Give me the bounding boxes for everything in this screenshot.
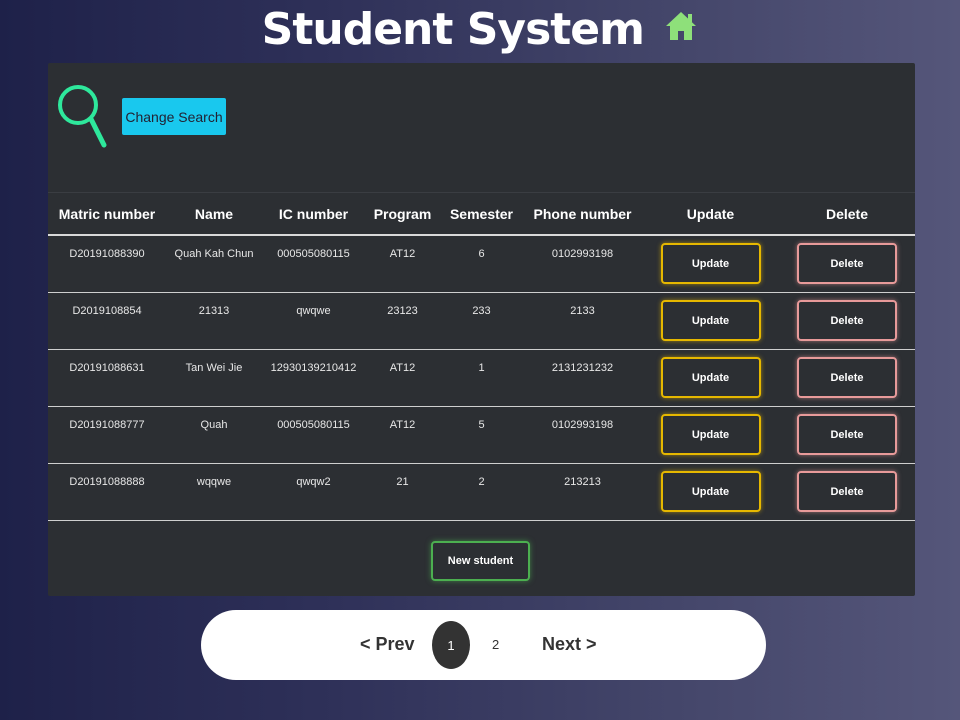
cell-name: Tan Wei Jie — [166, 349, 262, 407]
cell-delete: Delete — [779, 406, 915, 464]
cell-program: 23123 — [365, 292, 440, 350]
students-table: Matric number Name IC number Program Sem… — [48, 194, 915, 521]
cell-name: Quah — [166, 406, 262, 464]
cell-phone: 2131231232 — [523, 349, 642, 407]
cell-phone: 213213 — [523, 463, 642, 521]
cell-update: Update — [642, 349, 779, 407]
cell-update: Update — [642, 463, 779, 521]
home-icon[interactable] — [664, 3, 698, 54]
prev-page-link[interactable]: < Prev — [360, 634, 415, 655]
cell-ic: qwqwe — [262, 292, 365, 350]
cell-delete: Delete — [779, 235, 915, 293]
table-row: D20191088777 Quah 000505080115 AT12 5 01… — [48, 406, 915, 464]
cell-program: AT12 — [365, 235, 440, 293]
cell-ic: 000505080115 — [262, 406, 365, 464]
cell-phone: 2133 — [523, 292, 642, 350]
delete-button[interactable]: Delete — [797, 243, 897, 285]
table-row: D20191088888 wqqwe qwqw2 21 2 213213 Upd… — [48, 463, 915, 521]
page-title: Student System — [0, 4, 960, 55]
table-row: D2019108854 21313 qwqwe 23123 233 2133 U… — [48, 292, 915, 350]
cell-phone: 0102993198 — [523, 235, 642, 293]
cell-phone: 0102993198 — [523, 406, 642, 464]
cell-update: Update — [642, 292, 779, 350]
cell-program: 21 — [365, 463, 440, 521]
cell-name: 21313 — [166, 292, 262, 350]
cell-matric: D20191088631 — [48, 349, 166, 407]
cell-semester: 1 — [440, 349, 523, 407]
cell-semester: 2 — [440, 463, 523, 521]
update-button[interactable]: Update — [660, 414, 761, 455]
column-header-matric: Matric number — [48, 194, 166, 236]
student-panel: Change Search Matric number Name IC numb… — [48, 63, 915, 596]
cell-program: AT12 — [365, 349, 440, 407]
update-button[interactable]: Update — [660, 300, 761, 341]
cell-name: Quah Kah Chun — [166, 235, 262, 293]
search-icon — [56, 83, 110, 158]
cell-ic: 000505080115 — [262, 235, 365, 293]
cell-ic: 12930139210412 — [262, 349, 365, 407]
update-button[interactable]: Update — [660, 357, 761, 398]
column-header-update: Update — [642, 194, 779, 236]
page-title-text: Student System — [261, 4, 645, 55]
column-header-name: Name — [166, 194, 262, 236]
cell-name: wqqwe — [166, 463, 262, 521]
cell-matric: D20191088777 — [48, 406, 166, 464]
cell-update: Update — [642, 235, 779, 293]
cell-program: AT12 — [365, 406, 440, 464]
cell-update: Update — [642, 406, 779, 464]
column-header-program: Program — [365, 194, 440, 236]
table-header-row: Matric number Name IC number Program Sem… — [48, 194, 915, 236]
column-header-ic: IC number — [262, 194, 365, 236]
cell-delete: Delete — [779, 292, 915, 350]
cell-delete: Delete — [779, 349, 915, 407]
cell-matric: D20191088888 — [48, 463, 166, 521]
table-row: D20191088631 Tan Wei Jie 12930139210412 … — [48, 349, 915, 407]
cell-ic: qwqw2 — [262, 463, 365, 521]
delete-button[interactable]: Delete — [797, 300, 897, 341]
page-2-link[interactable]: 2 — [492, 637, 499, 652]
cell-semester: 233 — [440, 292, 523, 350]
pagination: < Prev 1 2 Next > — [201, 610, 766, 680]
cell-delete: Delete — [779, 463, 915, 521]
cell-semester: 5 — [440, 406, 523, 464]
delete-button[interactable]: Delete — [797, 357, 897, 398]
delete-button[interactable]: Delete — [797, 414, 897, 455]
delete-button[interactable]: Delete — [797, 471, 897, 512]
column-header-phone: Phone number — [523, 194, 642, 236]
page-1-link[interactable]: 1 — [432, 621, 470, 669]
search-area: Change Search — [48, 63, 915, 193]
table-row: D20191088390 Quah Kah Chun 000505080115 … — [48, 235, 915, 293]
change-search-button[interactable]: Change Search — [122, 98, 226, 135]
update-button[interactable]: Update — [660, 243, 761, 285]
update-button[interactable]: Update — [660, 471, 761, 512]
column-header-semester: Semester — [440, 194, 523, 236]
new-student-button[interactable]: New student — [431, 541, 530, 581]
column-header-delete: Delete — [779, 194, 915, 236]
cell-matric: D2019108854 — [48, 292, 166, 350]
cell-matric: D20191088390 — [48, 235, 166, 293]
next-page-link[interactable]: Next > — [542, 634, 597, 655]
cell-semester: 6 — [440, 235, 523, 293]
